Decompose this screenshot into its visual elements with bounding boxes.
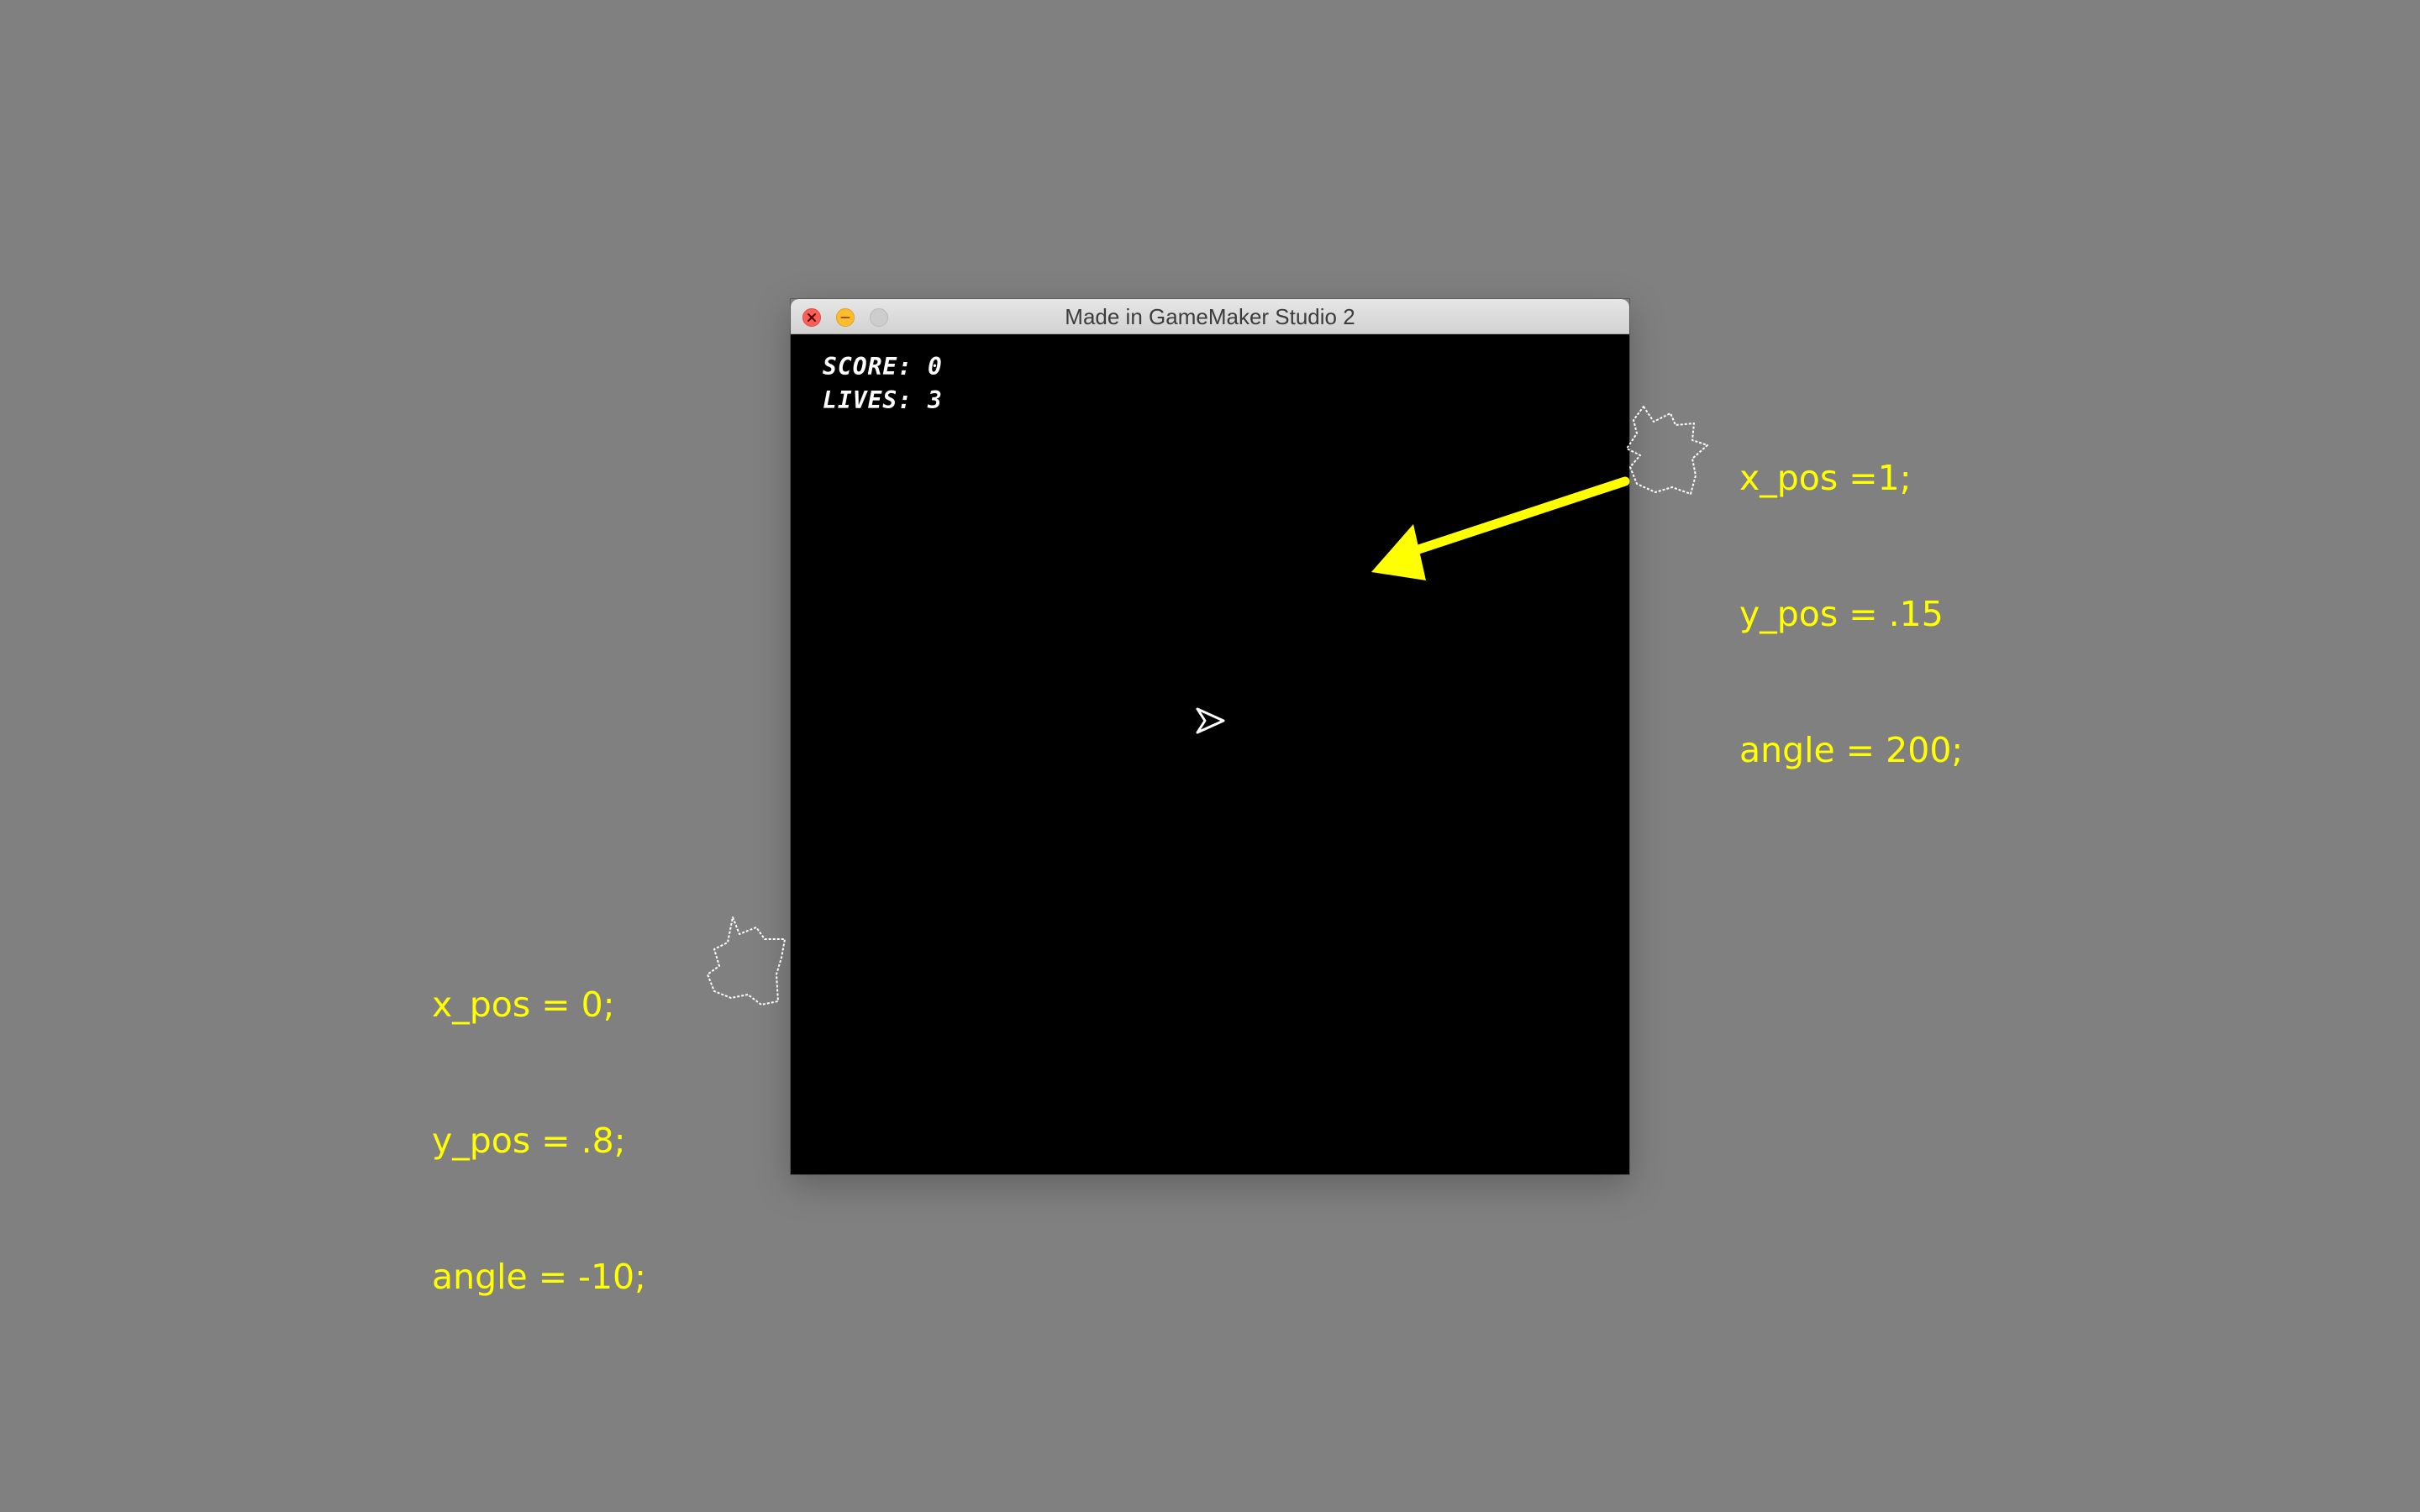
- annotation-right-y-pos: y_pos = .15: [1739, 594, 1944, 634]
- annotation-left: x_pos = 0; y_pos = .8; angle = -10;: [432, 891, 646, 1345]
- annotation-right-x-pos: x_pos =1;: [1739, 458, 1912, 498]
- annotation-right-angle: angle = 200;: [1739, 730, 1964, 770]
- annotation-left-angle: angle = -10;: [432, 1257, 646, 1297]
- annotation-left-y-pos: y_pos = .8;: [432, 1121, 626, 1161]
- annotation-right: x_pos =1; y_pos = .15 angle = 200;: [1739, 365, 1963, 818]
- annotation-left-x-pos: x_pos = 0;: [432, 984, 615, 1025]
- arrow-icon: [1371, 476, 1630, 580]
